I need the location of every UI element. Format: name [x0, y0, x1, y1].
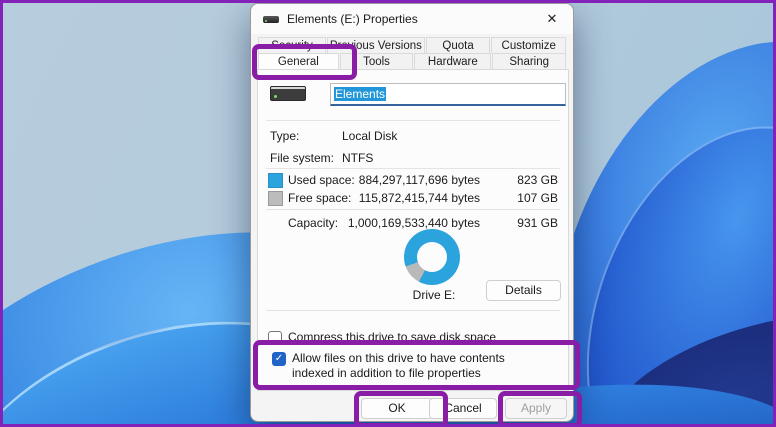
compress-checkbox-row[interactable]: Compress this drive to save disk space [268, 330, 560, 345]
divider [266, 310, 560, 311]
cancel-button[interactable]: Cancel [429, 398, 497, 419]
tab-previous-versions[interactable]: Previous Versions [327, 37, 425, 53]
divider [266, 168, 560, 169]
capacity-size: 931 GB [517, 216, 558, 230]
tab-row-bottom: General Tools Hardware Sharing [258, 53, 566, 70]
filesystem-label: File system: [270, 151, 335, 165]
drive-icon [263, 15, 279, 23]
index-checkbox-label: Allow files on this drive to have conten… [292, 351, 505, 380]
drive-icon [270, 86, 306, 101]
capacity-bytes: 1,000,169,533,440 bytes [347, 216, 480, 230]
index-checkbox-row[interactable]: ✓ Allow files on this drive to have cont… [272, 351, 534, 381]
desktop: Elements (E:) Properties ✕ Security Prev… [0, 0, 776, 427]
details-button[interactable]: Details [486, 280, 561, 301]
type-label: Type: [270, 129, 300, 143]
divider [266, 209, 560, 210]
apply-button[interactable]: Apply [505, 398, 567, 419]
disk-usage-donut-chart [404, 229, 460, 285]
filesystem-value: NTFS [342, 151, 374, 165]
tab-customize[interactable]: Customize [491, 37, 566, 53]
free-space-size: 107 GB [517, 191, 558, 205]
tab-security[interactable]: Security [258, 37, 326, 53]
tab-tools[interactable]: Tools [339, 53, 414, 70]
tab-quota[interactable]: Quota [425, 37, 491, 53]
used-space-size: 823 GB [517, 173, 558, 187]
used-space-swatch [268, 173, 283, 188]
ok-button[interactable]: OK [361, 398, 433, 419]
index-checkbox[interactable]: ✓ [272, 352, 286, 366]
tab-general[interactable]: General [258, 53, 339, 70]
window-title: Elements (E:) Properties [287, 12, 418, 26]
divider [266, 120, 560, 121]
close-icon[interactable]: ✕ [543, 11, 561, 27]
tab-row-top: Security Previous Versions Quota Customi… [258, 37, 566, 53]
tab-sharing[interactable]: Sharing [492, 53, 566, 70]
volume-label-input[interactable]: Elements [330, 83, 566, 106]
drive-name-label: Drive E: [412, 288, 456, 302]
selected-text: Elements [334, 87, 387, 101]
properties-dialog: Elements (E:) Properties ✕ Security Prev… [250, 3, 574, 422]
title-bar: Elements (E:) Properties ✕ [251, 4, 573, 34]
general-tab-page: Elements Type: Local Disk File system: N… [257, 69, 569, 391]
type-value: Local Disk [342, 129, 398, 143]
used-space-bytes: 884,297,117,696 bytes [358, 173, 480, 187]
free-space-bytes: 115,872,415,744 bytes [358, 191, 480, 205]
free-space-swatch [268, 191, 283, 206]
compress-checkbox-label: Compress this drive to save disk space [288, 330, 497, 344]
tab-hardware[interactable]: Hardware [414, 53, 492, 70]
compress-checkbox[interactable] [268, 331, 282, 345]
